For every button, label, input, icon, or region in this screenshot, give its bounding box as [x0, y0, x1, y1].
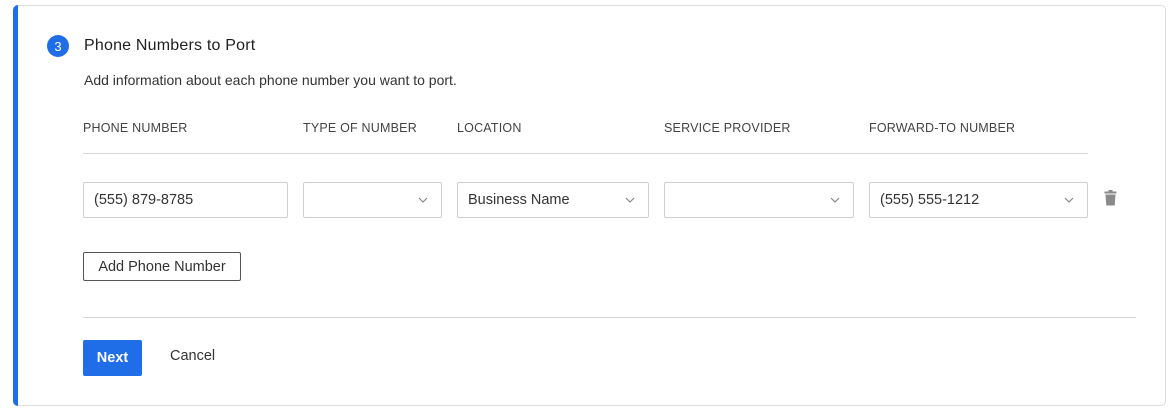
- phone-number-value: (555) 879-8785: [94, 192, 194, 208]
- step-number-badge: 3: [47, 35, 69, 57]
- forward-to-number-value: (555) 555-1212: [880, 192, 980, 208]
- forward-to-number-select[interactable]: (555) 555-1212: [869, 182, 1088, 218]
- next-button[interactable]: Next: [83, 340, 142, 376]
- column-header-service-provider: SERVICE PROVIDER: [664, 121, 791, 135]
- column-header-location: LOCATION: [457, 121, 522, 135]
- chevron-down-icon: [1064, 197, 1074, 203]
- location-value: Business Name: [468, 192, 570, 208]
- table-header-divider: [83, 153, 1088, 154]
- type-of-number-select[interactable]: [303, 182, 442, 218]
- active-step-accent-bar: [13, 5, 18, 406]
- phone-number-input[interactable]: (555) 879-8785: [83, 182, 288, 218]
- cancel-button[interactable]: Cancel: [170, 348, 215, 364]
- column-header-type-of-number: TYPE OF NUMBER: [303, 121, 417, 135]
- chevron-down-icon: [625, 197, 635, 203]
- chevron-down-icon: [830, 197, 840, 203]
- location-select[interactable]: Business Name: [457, 182, 649, 218]
- footer-divider: [83, 317, 1136, 318]
- section-title: Phone Numbers to Port: [84, 37, 256, 54]
- trash-icon[interactable]: [1104, 190, 1117, 206]
- add-phone-number-button[interactable]: Add Phone Number: [83, 252, 241, 281]
- column-header-phone-number: PHONE NUMBER: [83, 121, 188, 135]
- chevron-down-icon: [418, 197, 428, 203]
- column-header-forward-to-number: FORWARD-TO NUMBER: [869, 121, 1016, 135]
- service-provider-select[interactable]: [664, 182, 854, 218]
- section-description: Add information about each phone number …: [84, 72, 457, 88]
